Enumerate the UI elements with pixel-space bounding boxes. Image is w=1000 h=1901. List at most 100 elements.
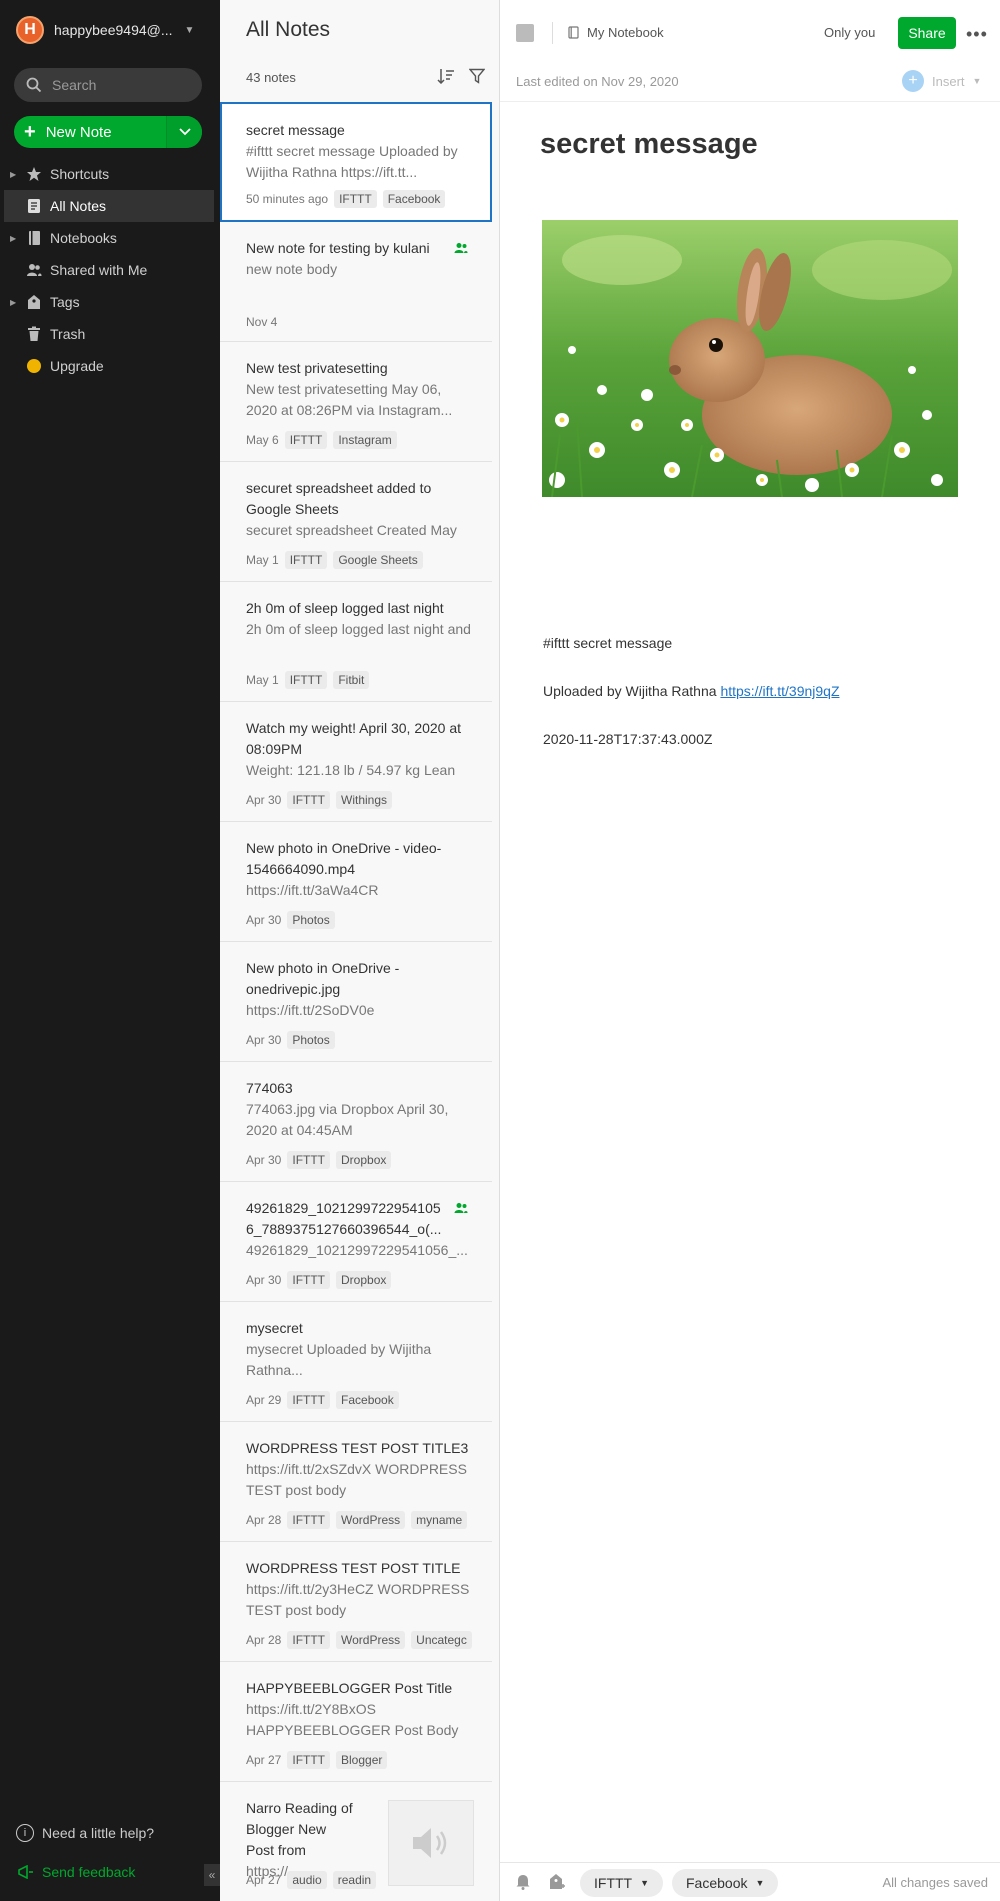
note-card-meta: Apr 27 audio readin bbox=[246, 1871, 377, 1889]
note-card[interactable]: Watch my weight! April 30, 2020 at 08:09… bbox=[220, 702, 492, 822]
note-card-meta: Apr 29 IFTTT Facebook bbox=[246, 1391, 399, 1409]
star-icon bbox=[26, 166, 42, 182]
expand-icon[interactable] bbox=[516, 24, 534, 42]
expand-caret-icon[interactable]: ▶ bbox=[10, 298, 20, 307]
body-line: #ifttt secret message bbox=[543, 635, 673, 651]
note-card-snippet: 49261829_10212997229541056_... bbox=[246, 1242, 468, 1258]
note-card-date: May 1 bbox=[246, 553, 279, 567]
note-card-tag: IFTTT bbox=[287, 1271, 331, 1289]
sidebar: H happybee9494@... ▼ + New Note ▶ Shortc… bbox=[0, 0, 220, 1901]
notebook-icon bbox=[26, 230, 42, 246]
note-editor: My Notebook Only you Share ••• Last edit… bbox=[500, 0, 1000, 1901]
share-button[interactable]: Share bbox=[898, 17, 956, 49]
note-card[interactable]: New test privatesetting New test privates… bbox=[220, 342, 492, 462]
note-card-snippet: 2h 0m of sleep logged last night and awo… bbox=[246, 621, 471, 637]
note-card-tag: IFTTT bbox=[284, 431, 328, 449]
chevron-down-icon: ▼ bbox=[640, 1878, 650, 1888]
chevron-down-icon bbox=[178, 128, 191, 136]
note-tag-chip[interactable]: Facebook ▼ bbox=[672, 1869, 779, 1897]
save-status: All changes saved bbox=[882, 1875, 988, 1890]
note-card-title: WORDPRESS TEST POST TITLE3 bbox=[246, 1440, 469, 1456]
notebook-icon bbox=[568, 26, 579, 39]
sort-icon[interactable] bbox=[437, 68, 455, 89]
filter-icon[interactable] bbox=[468, 68, 486, 89]
sidebar-item-upgrade[interactable]: Upgrade bbox=[4, 350, 214, 382]
note-card-date: Apr 28 bbox=[246, 1513, 282, 1527]
note-card-snippet: mysecret Uploaded by Wijitha Rathna... bbox=[246, 1341, 432, 1378]
search-box[interactable] bbox=[14, 68, 202, 102]
sidebar-item-notebooks[interactable]: ▶ Notebooks bbox=[4, 222, 214, 254]
note-card-snippet: https://ift.tt/2SoDV0e bbox=[246, 1002, 375, 1018]
note-card[interactable]: New note for testing by kulani new note b… bbox=[220, 222, 492, 342]
note-card-title: 2h 0m of sleep logged last night bbox=[246, 600, 444, 616]
notebook-name: My Notebook bbox=[587, 25, 664, 40]
sidebar-item-shared-with-me[interactable]: Shared with Me bbox=[4, 254, 214, 286]
trash-icon bbox=[26, 326, 42, 342]
note-tag-chip[interactable]: IFTTT ▼ bbox=[580, 1869, 664, 1897]
visibility-label[interactable]: Only you bbox=[824, 25, 875, 40]
sidebar-item-shortcuts[interactable]: ▶ Shortcuts bbox=[4, 158, 214, 190]
note-card-meta: May 6 IFTTT Instagram bbox=[246, 431, 397, 449]
note-card-tag: IFTTT bbox=[284, 671, 328, 689]
sidebar-item-trash[interactable]: Trash bbox=[4, 318, 214, 350]
note-image[interactable] bbox=[542, 220, 958, 497]
plus-icon: + bbox=[24, 121, 36, 143]
note-list: All Notes 43 notes secret message #ifttt … bbox=[220, 0, 500, 1901]
note-card[interactable]: New photo in OneDrive - video-1546664090… bbox=[220, 822, 492, 942]
note-card[interactable]: Narro Reading of Blogger New Post from ht… bbox=[220, 1782, 492, 1901]
note-card-meta: Apr 28 IFTTT WordPress myname bbox=[246, 1511, 468, 1529]
new-note-dropdown[interactable] bbox=[166, 116, 202, 148]
note-card-title: Watch my weight! April 30, 2020 at 08:09… bbox=[246, 720, 462, 757]
note-card-date: Apr 30 bbox=[246, 1153, 282, 1167]
note-card[interactable]: 774063 774063.jpg via Dropbox April 30, 2… bbox=[220, 1062, 492, 1182]
note-card[interactable]: 2h 0m of sleep logged last night 2h 0m of… bbox=[220, 582, 492, 702]
sidebar-item-all-notes[interactable]: All Notes bbox=[4, 190, 214, 222]
note-card-tag: Dropbox bbox=[336, 1151, 392, 1169]
double-chevron-left-icon: « bbox=[208, 1868, 216, 1882]
note-card-tag: Photos bbox=[287, 1031, 335, 1049]
send-feedback-link[interactable]: Send feedback bbox=[18, 1864, 135, 1880]
reminder-icon[interactable] bbox=[514, 1873, 532, 1896]
note-cards: secret message #ifttt secret message Uplo… bbox=[220, 102, 492, 1901]
collapse-sidebar-button[interactable]: « bbox=[204, 1864, 220, 1886]
notebook-selector[interactable]: My Notebook bbox=[568, 25, 664, 40]
expand-caret-icon[interactable]: ▶ bbox=[10, 234, 20, 243]
avatar: H bbox=[16, 16, 44, 44]
new-note-button[interactable]: + New Note bbox=[14, 116, 166, 148]
expand-caret-icon[interactable]: ▶ bbox=[10, 170, 20, 179]
note-card[interactable]: secret message #ifttt secret message Uplo… bbox=[220, 102, 492, 222]
note-card[interactable]: HAPPYBEEBLOGGER Post Title https://ift.tt… bbox=[220, 1662, 492, 1782]
note-card[interactable]: securet spreadsheet added to Google Shee… bbox=[220, 462, 492, 582]
note-card-meta: Apr 27 IFTTT Blogger bbox=[246, 1751, 388, 1769]
note-card-meta: 50 minutes ago IFTTT Facebook bbox=[246, 190, 446, 208]
add-tag-icon[interactable] bbox=[548, 1873, 566, 1896]
note-card[interactable]: 49261829_1021299722954105 6_788937512766… bbox=[220, 1182, 492, 1302]
note-card-snippet: https://ift.tt/3aWa4CR bbox=[246, 882, 379, 898]
note-title[interactable]: secret message bbox=[540, 128, 758, 161]
insert-button[interactable]: + Insert ▼ bbox=[902, 70, 981, 92]
body-link[interactable]: https://ift.tt/39nj9qZ bbox=[720, 683, 839, 699]
note-card-meta: Apr 30 Photos bbox=[246, 1031, 335, 1049]
note-card-date: Apr 30 bbox=[246, 1273, 282, 1287]
note-card[interactable]: WORDPRESS TEST POST TITLE3 https://ift.tt… bbox=[220, 1422, 492, 1542]
note-body[interactable]: #ifttt secret message Uploaded by Wijith… bbox=[543, 633, 840, 777]
megaphone-icon bbox=[18, 1865, 33, 1879]
search-input[interactable] bbox=[52, 77, 192, 93]
note-card-tag: Facebook bbox=[336, 1391, 399, 1409]
note-card[interactable]: WORDPRESS TEST POST TITLE https://ift.tt/… bbox=[220, 1542, 492, 1662]
account-switcher[interactable]: H happybee9494@... ▼ bbox=[16, 16, 194, 44]
note-card-tag: IFTTT bbox=[287, 791, 331, 809]
help-link[interactable]: i Need a little help? bbox=[16, 1824, 154, 1842]
note-card-meta: Apr 30 IFTTT Dropbox bbox=[246, 1271, 392, 1289]
note-card-title: New photo in OneDrive - onedrivepic.jpg bbox=[246, 960, 400, 997]
note-card-tag: Google Sheets bbox=[333, 551, 423, 569]
sidebar-item-tags[interactable]: ▶ Tags bbox=[4, 286, 214, 318]
note-card-snippet: securet spreadsheet Created May 1, 2020 … bbox=[246, 522, 457, 538]
more-options-icon[interactable]: ••• bbox=[966, 24, 988, 45]
note-card[interactable]: mysecret mysecret Uploaded by Wijitha Rat… bbox=[220, 1302, 492, 1422]
note-card-tag: Uncategc bbox=[411, 1631, 472, 1649]
note-card-date: Apr 28 bbox=[246, 1633, 282, 1647]
note-card[interactable]: New photo in OneDrive - onedrivepic.jpg h… bbox=[220, 942, 492, 1062]
note-card-date: Nov 4 bbox=[246, 315, 278, 329]
note-card-snippet: 774063.jpg via Dropbox April 30, 2020 at… bbox=[246, 1101, 449, 1138]
